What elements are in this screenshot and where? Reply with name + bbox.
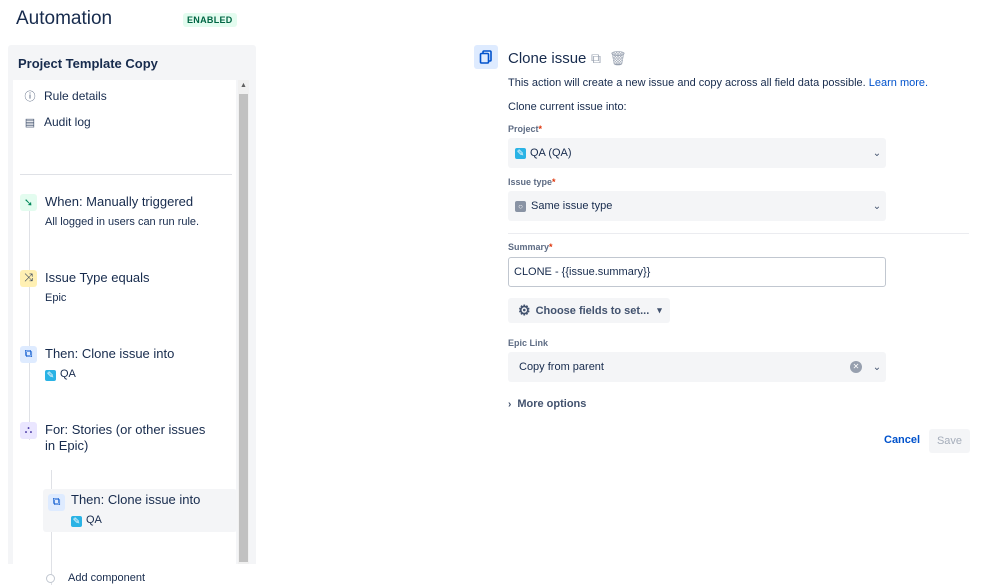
chevron-down-icon: ⌄ — [872, 200, 882, 212]
scrollbar-thumb[interactable] — [239, 94, 248, 562]
learn-more-link[interactable]: Learn more. — [869, 77, 928, 89]
add-component-button[interactable]: Add component — [46, 572, 145, 584]
step-subtitle: All logged in users can run rule. — [45, 216, 200, 228]
copy-icon: ⧉ — [20, 346, 37, 363]
step-project: ✎ QA — [71, 514, 102, 527]
step-subtitle: Epic — [45, 292, 67, 304]
issue-type-icon: ○ — [515, 200, 526, 212]
condition-step[interactable]: ⤨ Issue Type equals Epic — [20, 269, 230, 311]
issue-type-select[interactable]: ○ Same issue type ⌄ — [508, 191, 886, 221]
chevron-down-icon: ▾ — [657, 305, 662, 315]
audit-log-link[interactable]: ▤ Audit log — [23, 112, 91, 132]
rule-details-link[interactable]: ⓘ Rule details — [23, 86, 107, 106]
project-icon: ✎ — [71, 516, 82, 527]
divider — [508, 233, 969, 234]
clone-into-label: Clone current issue into: — [508, 101, 627, 113]
chevron-down-icon: ⌄ — [872, 361, 882, 373]
info-icon: ⓘ — [24, 91, 36, 103]
copy-icon — [474, 45, 498, 69]
project-icon: ✎ — [45, 370, 56, 381]
rule-name: Project Template Copy — [18, 56, 158, 71]
trigger-step[interactable]: ➘ When: Manually triggered All logged in… — [20, 193, 230, 235]
chevron-right-icon: › — [508, 398, 512, 410]
more-options-toggle[interactable]: › More options — [508, 398, 586, 410]
branch-step[interactable]: ⛬ For: Stories (or other issues in Epic) — [20, 421, 230, 457]
step-title-line2: in Epic) — [45, 438, 89, 453]
cancel-button[interactable]: Cancel — [884, 434, 920, 450]
scroll-up-arrow-icon[interactable]: ▲ — [239, 80, 248, 92]
rule-steps-list: ⓘ Rule details ▤ Audit log ➘ When: Manua… — [13, 80, 237, 585]
save-button[interactable]: Save — [929, 429, 970, 453]
copy-icon: ⧉ — [48, 494, 65, 511]
hierarchy-icon: ⛬ — [20, 422, 37, 439]
trash-icon[interactable]: 🗑 — [609, 50, 627, 67]
project-select[interactable]: ✎ QA (QA) ⌄ — [508, 138, 886, 168]
step-title: When: Manually triggered — [45, 194, 194, 209]
action-description: This action will create a new issue and … — [508, 77, 929, 89]
cursor-click-icon: ➘ — [20, 194, 37, 211]
shuffle-icon: ⤨ — [20, 270, 37, 287]
rule-panel: Project Template Copy ⓘ Rule details ▤ A… — [8, 45, 256, 585]
summary-label: Summary* — [508, 242, 553, 252]
document-icon: ▤ — [24, 116, 36, 129]
project-icon: ✎ — [515, 147, 526, 159]
epic-link-select[interactable]: Copy from parent ✕ ⌄ — [508, 352, 886, 382]
epic-link-label: Epic Link — [508, 338, 549, 348]
step-title: Issue Type equals — [45, 270, 150, 285]
step-title: Then: Clone issue into — [71, 492, 201, 507]
clone-action-step[interactable]: ⧉ Then: Clone issue into ✎ QA — [20, 345, 230, 387]
step-project: ✎ QA — [45, 368, 76, 381]
project-label: Project* — [508, 124, 543, 134]
clear-icon[interactable]: ✕ — [850, 361, 862, 373]
sidebar-scrollbar[interactable]: ▲ — [238, 80, 249, 564]
summary-input[interactable]: CLONE - {{issue.summary}} — [508, 257, 886, 287]
action-title: Clone issue — [508, 50, 587, 67]
connector-line — [29, 210, 30, 440]
duplicate-icon[interactable]: ⧉ — [591, 50, 601, 67]
issue-type-label: Issue type* — [508, 177, 556, 187]
add-circle-icon — [46, 573, 55, 583]
nested-clone-action-step[interactable]: ⧉ Then: Clone issue into ✎ QA — [43, 489, 237, 532]
step-title: Then: Clone issue into — [45, 346, 175, 361]
choose-fields-button[interactable]: ⚙ Choose fields to set... ▾ — [508, 298, 670, 323]
step-title-line1: For: Stories (or other issues — [45, 422, 206, 437]
status-badge: ENABLED — [183, 13, 237, 27]
chevron-down-icon: ⌄ — [872, 147, 882, 159]
gear-icon: ⚙ — [518, 302, 531, 318]
divider — [20, 174, 232, 175]
page-title: Automation — [16, 8, 113, 29]
